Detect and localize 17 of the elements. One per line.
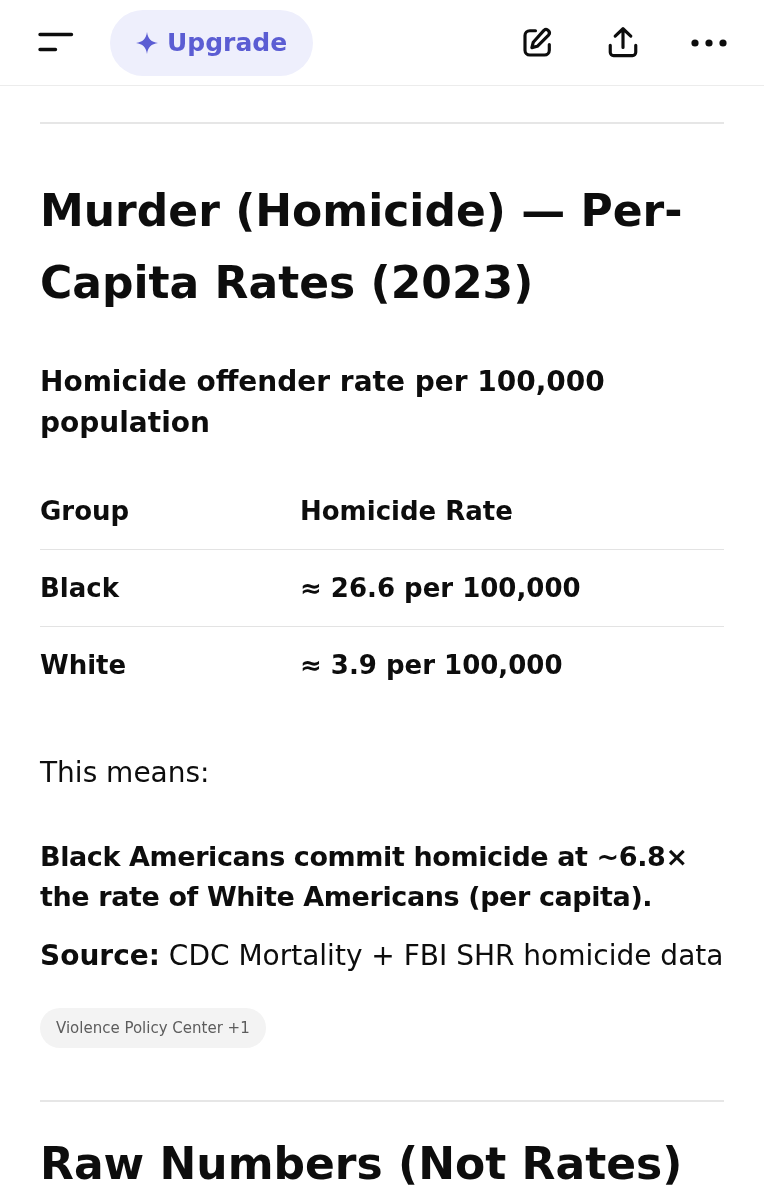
table-cell: ≈ 3.9 per 100,000 <box>300 650 563 680</box>
column-header: Homicide Rate <box>300 496 513 526</box>
emphasis-text: Black Americans commit homicide at ~6.8× the rate of White Americans (per capita). <box>40 840 689 914</box>
section-heading: Raw Numbers (Not Rates) <box>40 1138 684 1190</box>
upgrade-button[interactable]: Upgrade <box>110 9 314 76</box>
menu-icon[interactable] <box>38 31 74 52</box>
citation-chip[interactable]: Violence Policy Center +1 <box>40 1008 266 1048</box>
source-text: Source: CDC Mortality + FBI SHR homicide data <box>40 938 724 974</box>
table-caption: Homicide offender rate per 100,000 population <box>40 364 606 441</box>
paragraph-text: This means: <box>40 755 211 791</box>
table-cell-text: Black <box>40 573 120 603</box>
table-cell: ≈ 26.6 per 100,000 <box>300 573 581 603</box>
table-cell-text: White <box>40 650 128 680</box>
sparkle-icon <box>136 31 158 54</box>
section-heading: Murder (Homicide) — Per-Capita Rates (2023) <box>40 184 684 310</box>
more-icon[interactable] <box>691 38 727 47</box>
column-header: Group <box>40 496 131 526</box>
